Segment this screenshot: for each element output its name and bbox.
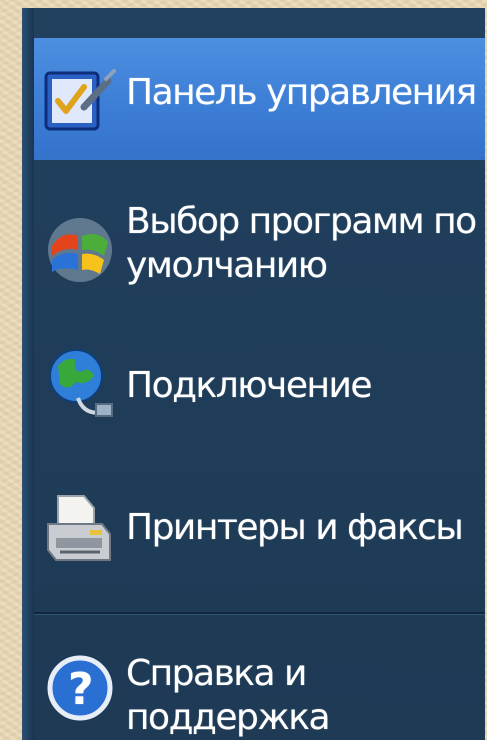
svg-text:?: ?	[68, 664, 92, 715]
menu-item-label: Справка и поддержка	[126, 652, 331, 740]
menu-left-edge	[22, 8, 34, 740]
network-globe-icon	[40, 342, 120, 422]
menu-separator	[34, 612, 485, 615]
menu-item-label-line: Панель управления	[126, 72, 477, 113]
menu-item-label-line: Принтеры и факсы	[126, 507, 464, 548]
menu-item-label: Панель управления	[126, 71, 477, 115]
printer-icon	[40, 490, 120, 570]
menu-item-printers-faxes[interactable]: Принтеры и факсы	[34, 470, 485, 582]
menu-item-label: Принтеры и факсы	[126, 506, 464, 550]
menu-item-help-support[interactable]: ? Справка и поддержка	[34, 628, 485, 740]
start-menu-right-pane: Панель управления Выбор программ по умол…	[22, 8, 485, 740]
menu-item-label-line: Подключение	[126, 365, 373, 406]
menu-item-label-line-1: Выбор программ по	[126, 201, 477, 242]
menu-item-label-line-2: умолчанию	[126, 245, 328, 286]
control-panel-icon	[40, 59, 120, 139]
menu-item-control-panel[interactable]: Панель управления	[34, 38, 485, 160]
windows-logo-icon	[40, 208, 120, 288]
menu-item-connection[interactable]: Подключение	[34, 328, 485, 440]
help-icon: ?	[40, 646, 120, 726]
menu-item-label: Подключение	[126, 364, 373, 408]
menu-item-label-line-1: Справка и	[126, 653, 307, 694]
menu-item-label-line-2: поддержка	[126, 697, 331, 738]
menu-item-label: Выбор программ по умолчанию	[126, 200, 477, 288]
menu-item-default-programs[interactable]: Выбор программ по умолчанию	[34, 176, 485, 316]
